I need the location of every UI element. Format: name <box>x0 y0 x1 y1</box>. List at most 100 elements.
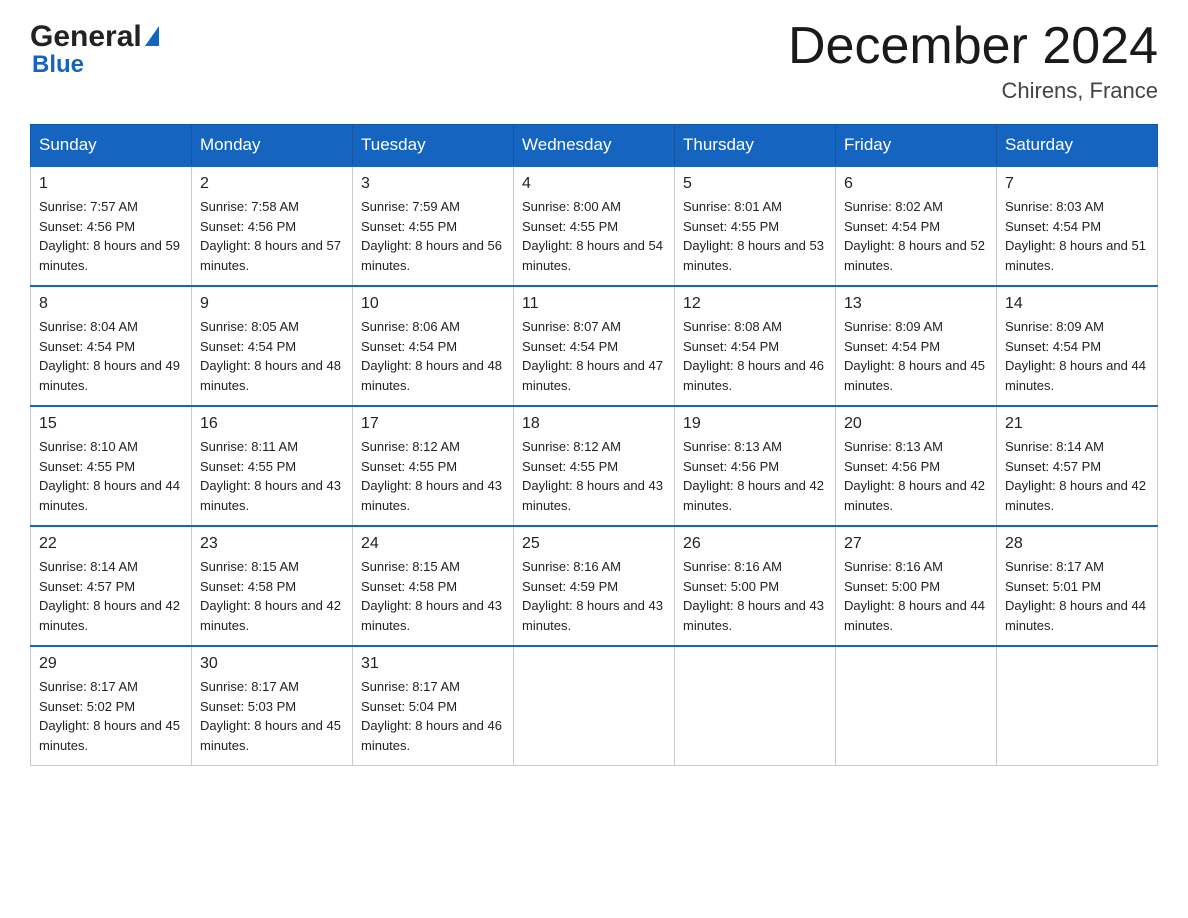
calendar-cell-w1-d2: 3 Sunrise: 7:59 AM Sunset: 4:55 PM Dayli… <box>353 166 514 286</box>
day-number: 4 <box>522 175 666 193</box>
day-info: Sunrise: 8:07 AM Sunset: 4:54 PM Dayligh… <box>522 317 666 395</box>
calendar-cell-w3-d4: 19 Sunrise: 8:13 AM Sunset: 4:56 PM Dayl… <box>675 406 836 526</box>
day-info: Sunrise: 8:16 AM Sunset: 5:00 PM Dayligh… <box>844 557 988 635</box>
day-info: Sunrise: 8:17 AM Sunset: 5:01 PM Dayligh… <box>1005 557 1149 635</box>
day-info: Sunrise: 8:14 AM Sunset: 4:57 PM Dayligh… <box>39 557 183 635</box>
calendar-cell-w5-d2: 31 Sunrise: 8:17 AM Sunset: 5:04 PM Dayl… <box>353 646 514 766</box>
calendar-cell-w2-d6: 14 Sunrise: 8:09 AM Sunset: 4:54 PM Dayl… <box>997 286 1158 406</box>
day-number: 29 <box>39 655 183 673</box>
day-number: 7 <box>1005 175 1149 193</box>
calendar-cell-w3-d1: 16 Sunrise: 8:11 AM Sunset: 4:55 PM Dayl… <box>192 406 353 526</box>
calendar-cell-w1-d1: 2 Sunrise: 7:58 AM Sunset: 4:56 PM Dayli… <box>192 166 353 286</box>
day-info: Sunrise: 8:17 AM Sunset: 5:02 PM Dayligh… <box>39 677 183 755</box>
day-number: 21 <box>1005 415 1149 433</box>
page-header: General Blue December 2024 Chirens, Fran… <box>30 20 1158 104</box>
calendar-table: Sunday Monday Tuesday Wednesday Thursday… <box>30 124 1158 766</box>
calendar-cell-w4-d0: 22 Sunrise: 8:14 AM Sunset: 4:57 PM Dayl… <box>31 526 192 646</box>
day-number: 1 <box>39 175 183 193</box>
day-number: 19 <box>683 415 827 433</box>
calendar-cell-w2-d2: 10 Sunrise: 8:06 AM Sunset: 4:54 PM Dayl… <box>353 286 514 406</box>
day-number: 13 <box>844 295 988 313</box>
day-info: Sunrise: 8:12 AM Sunset: 4:55 PM Dayligh… <box>522 437 666 515</box>
col-wednesday: Wednesday <box>514 125 675 167</box>
day-number: 31 <box>361 655 505 673</box>
day-info: Sunrise: 8:01 AM Sunset: 4:55 PM Dayligh… <box>683 197 827 275</box>
calendar-cell-w5-d5 <box>836 646 997 766</box>
calendar-cell-w3-d3: 18 Sunrise: 8:12 AM Sunset: 4:55 PM Dayl… <box>514 406 675 526</box>
title-section: December 2024 Chirens, France <box>788 20 1158 104</box>
calendar-cell-w4-d2: 24 Sunrise: 8:15 AM Sunset: 4:58 PM Dayl… <box>353 526 514 646</box>
day-number: 15 <box>39 415 183 433</box>
day-number: 12 <box>683 295 827 313</box>
calendar-cell-w5-d1: 30 Sunrise: 8:17 AM Sunset: 5:03 PM Dayl… <box>192 646 353 766</box>
calendar-cell-w5-d3 <box>514 646 675 766</box>
day-number: 30 <box>200 655 344 673</box>
day-number: 6 <box>844 175 988 193</box>
day-number: 26 <box>683 535 827 553</box>
day-info: Sunrise: 8:06 AM Sunset: 4:54 PM Dayligh… <box>361 317 505 395</box>
calendar-cell-w3-d6: 21 Sunrise: 8:14 AM Sunset: 4:57 PM Dayl… <box>997 406 1158 526</box>
calendar-cell-w4-d4: 26 Sunrise: 8:16 AM Sunset: 5:00 PM Dayl… <box>675 526 836 646</box>
col-thursday: Thursday <box>675 125 836 167</box>
calendar-week-4: 22 Sunrise: 8:14 AM Sunset: 4:57 PM Dayl… <box>31 526 1158 646</box>
calendar-cell-w1-d3: 4 Sunrise: 8:00 AM Sunset: 4:55 PM Dayli… <box>514 166 675 286</box>
day-info: Sunrise: 8:15 AM Sunset: 4:58 PM Dayligh… <box>200 557 344 635</box>
day-number: 27 <box>844 535 988 553</box>
calendar-cell-w4-d6: 28 Sunrise: 8:17 AM Sunset: 5:01 PM Dayl… <box>997 526 1158 646</box>
day-number: 17 <box>361 415 505 433</box>
day-info: Sunrise: 8:16 AM Sunset: 5:00 PM Dayligh… <box>683 557 827 635</box>
day-info: Sunrise: 8:09 AM Sunset: 4:54 PM Dayligh… <box>1005 317 1149 395</box>
day-number: 28 <box>1005 535 1149 553</box>
calendar-week-1: 1 Sunrise: 7:57 AM Sunset: 4:56 PM Dayli… <box>31 166 1158 286</box>
calendar-cell-w2-d4: 12 Sunrise: 8:08 AM Sunset: 4:54 PM Dayl… <box>675 286 836 406</box>
logo-blue-text: Blue <box>32 53 159 77</box>
day-number: 14 <box>1005 295 1149 313</box>
calendar-cell-w2-d1: 9 Sunrise: 8:05 AM Sunset: 4:54 PM Dayli… <box>192 286 353 406</box>
day-number: 3 <box>361 175 505 193</box>
day-number: 16 <box>200 415 344 433</box>
calendar-cell-w4-d3: 25 Sunrise: 8:16 AM Sunset: 4:59 PM Dayl… <box>514 526 675 646</box>
day-number: 23 <box>200 535 344 553</box>
day-number: 2 <box>200 175 344 193</box>
calendar-cell-w3-d0: 15 Sunrise: 8:10 AM Sunset: 4:55 PM Dayl… <box>31 406 192 526</box>
day-number: 25 <box>522 535 666 553</box>
day-number: 10 <box>361 295 505 313</box>
calendar-cell-w1-d0: 1 Sunrise: 7:57 AM Sunset: 4:56 PM Dayli… <box>31 166 192 286</box>
day-info: Sunrise: 8:16 AM Sunset: 4:59 PM Dayligh… <box>522 557 666 635</box>
day-info: Sunrise: 8:12 AM Sunset: 4:55 PM Dayligh… <box>361 437 505 515</box>
calendar-cell-w3-d2: 17 Sunrise: 8:12 AM Sunset: 4:55 PM Dayl… <box>353 406 514 526</box>
day-number: 5 <box>683 175 827 193</box>
calendar-cell-w5-d4 <box>675 646 836 766</box>
calendar-cell-w4-d1: 23 Sunrise: 8:15 AM Sunset: 4:58 PM Dayl… <box>192 526 353 646</box>
day-info: Sunrise: 8:14 AM Sunset: 4:57 PM Dayligh… <box>1005 437 1149 515</box>
day-info: Sunrise: 8:13 AM Sunset: 4:56 PM Dayligh… <box>683 437 827 515</box>
col-monday: Monday <box>192 125 353 167</box>
day-number: 18 <box>522 415 666 433</box>
day-info: Sunrise: 7:57 AM Sunset: 4:56 PM Dayligh… <box>39 197 183 275</box>
calendar-cell-w3-d5: 20 Sunrise: 8:13 AM Sunset: 4:56 PM Dayl… <box>836 406 997 526</box>
day-number: 22 <box>39 535 183 553</box>
day-info: Sunrise: 7:59 AM Sunset: 4:55 PM Dayligh… <box>361 197 505 275</box>
calendar-cell-w4-d5: 27 Sunrise: 8:16 AM Sunset: 5:00 PM Dayl… <box>836 526 997 646</box>
calendar-cell-w2-d3: 11 Sunrise: 8:07 AM Sunset: 4:54 PM Dayl… <box>514 286 675 406</box>
day-info: Sunrise: 8:02 AM Sunset: 4:54 PM Dayligh… <box>844 197 988 275</box>
calendar-week-5: 29 Sunrise: 8:17 AM Sunset: 5:02 PM Dayl… <box>31 646 1158 766</box>
location-text: Chirens, France <box>788 78 1158 104</box>
calendar-cell-w1-d4: 5 Sunrise: 8:01 AM Sunset: 4:55 PM Dayli… <box>675 166 836 286</box>
day-info: Sunrise: 8:13 AM Sunset: 4:56 PM Dayligh… <box>844 437 988 515</box>
calendar-cell-w5-d0: 29 Sunrise: 8:17 AM Sunset: 5:02 PM Dayl… <box>31 646 192 766</box>
day-info: Sunrise: 8:15 AM Sunset: 4:58 PM Dayligh… <box>361 557 505 635</box>
col-saturday: Saturday <box>997 125 1158 167</box>
col-friday: Friday <box>836 125 997 167</box>
day-info: Sunrise: 8:17 AM Sunset: 5:04 PM Dayligh… <box>361 677 505 755</box>
day-info: Sunrise: 8:17 AM Sunset: 5:03 PM Dayligh… <box>200 677 344 755</box>
day-info: Sunrise: 7:58 AM Sunset: 4:56 PM Dayligh… <box>200 197 344 275</box>
day-number: 20 <box>844 415 988 433</box>
calendar-cell-w2-d5: 13 Sunrise: 8:09 AM Sunset: 4:54 PM Dayl… <box>836 286 997 406</box>
day-number: 11 <box>522 295 666 313</box>
day-info: Sunrise: 8:05 AM Sunset: 4:54 PM Dayligh… <box>200 317 344 395</box>
day-info: Sunrise: 8:09 AM Sunset: 4:54 PM Dayligh… <box>844 317 988 395</box>
col-sunday: Sunday <box>31 125 192 167</box>
calendar-cell-w2-d0: 8 Sunrise: 8:04 AM Sunset: 4:54 PM Dayli… <box>31 286 192 406</box>
calendar-cell-w5-d6 <box>997 646 1158 766</box>
